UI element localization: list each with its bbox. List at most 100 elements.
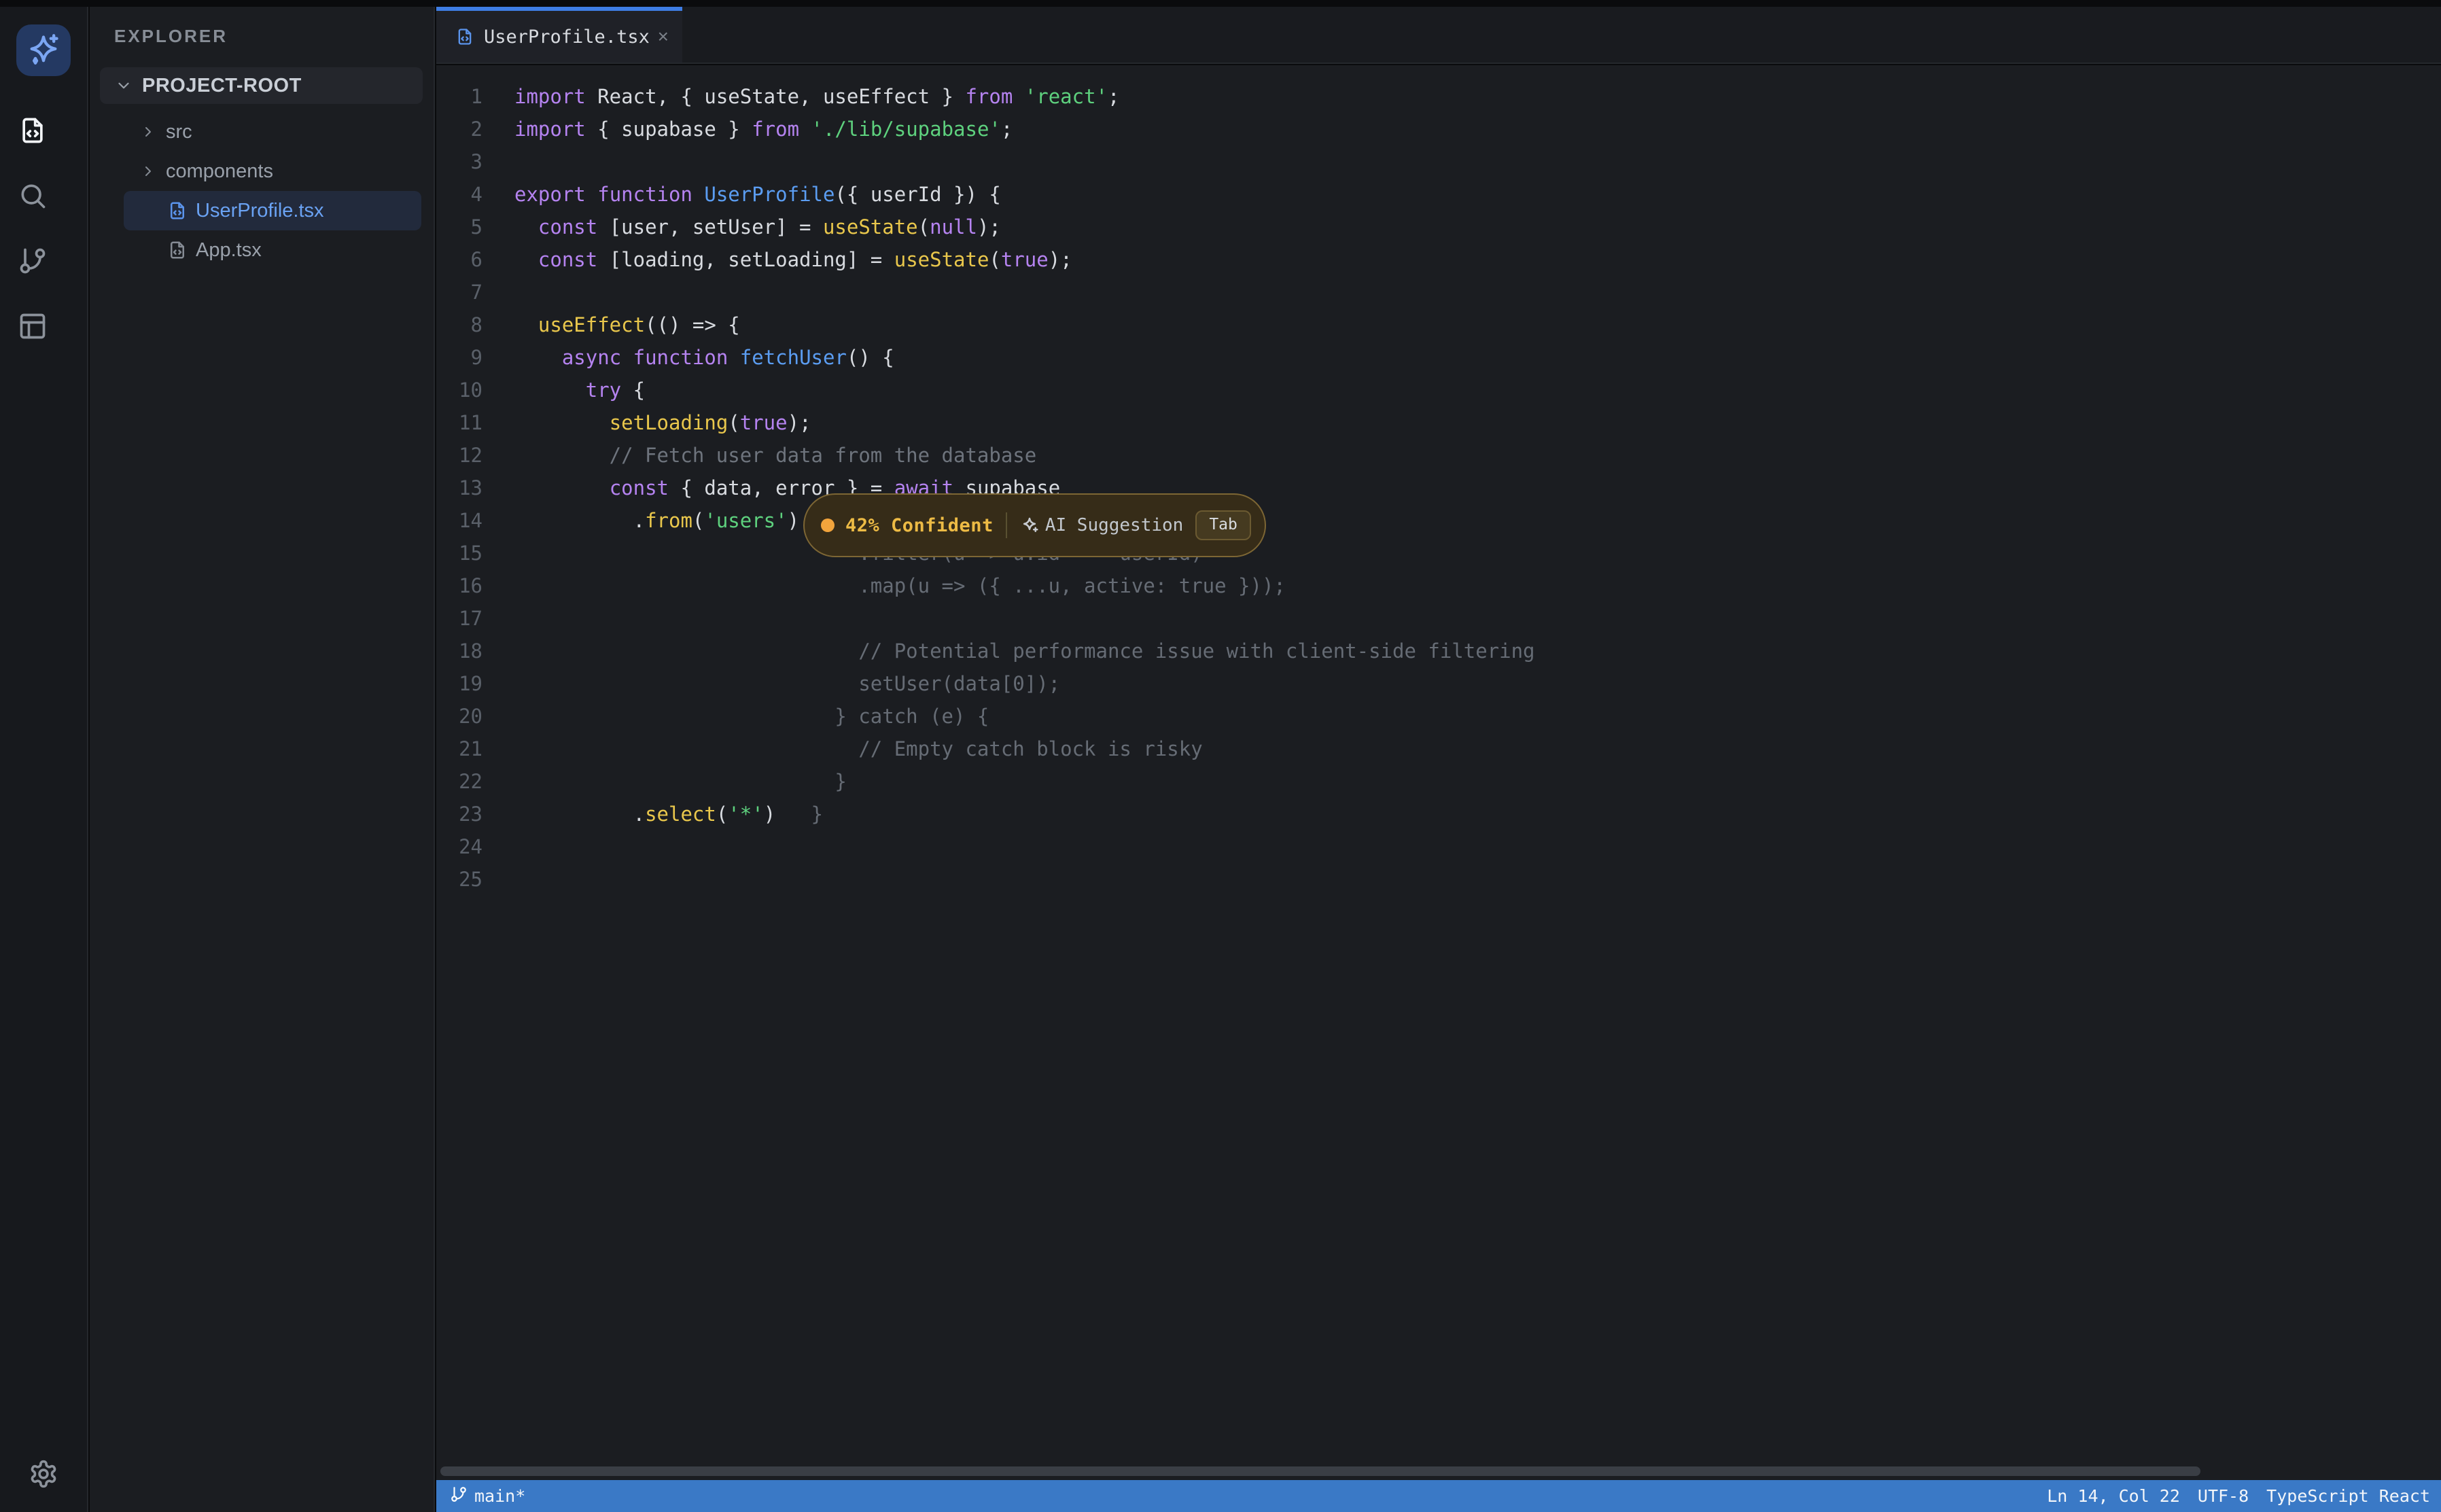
code-token: ({ userId }) { xyxy=(835,183,1000,206)
activity-settings-button[interactable] xyxy=(27,1458,60,1490)
tree-item-src[interactable]: src xyxy=(90,112,434,152)
code-line-22[interactable]: 22 } xyxy=(436,765,2441,798)
line-number: 2 xyxy=(436,113,482,145)
line-number: 14 xyxy=(436,504,482,537)
line-number: 25 xyxy=(436,863,482,896)
code-line-9[interactable]: 9 async function fetchUser() { xyxy=(436,341,2441,374)
tab-userprofile[interactable]: UserProfile.tsx × xyxy=(436,7,682,63)
code-token: import xyxy=(514,118,586,141)
code-token: '*' xyxy=(728,803,763,826)
confidence-label: 42% Confident xyxy=(845,515,994,536)
cursor-position[interactable]: Ln 14, Col 22 xyxy=(2047,1486,2180,1506)
code-token xyxy=(514,313,538,336)
code-line-6[interactable]: 6 const [loading, setLoading] = useState… xyxy=(436,243,2441,276)
code-token xyxy=(621,346,633,369)
code-line-11[interactable]: 11 setLoading(true); xyxy=(436,406,2441,439)
code-token: import xyxy=(514,85,586,108)
status-bar: main* Ln 14, Col 22 UTF-8 TypeScript React xyxy=(436,1480,2441,1512)
code-line-7[interactable]: 7 xyxy=(436,276,2441,309)
code-text: async function fetchUser() { xyxy=(514,346,894,369)
tab-key-hint: Tab xyxy=(1195,510,1251,540)
line-number: 1 xyxy=(436,80,482,113)
close-icon[interactable]: × xyxy=(656,26,670,48)
activity-explorer-button[interactable] xyxy=(16,114,49,147)
line-number: 16 xyxy=(436,569,482,602)
code-line-14[interactable]: 14 .from('users') xyxy=(436,504,2441,537)
tab-label: UserProfile.tsx xyxy=(484,27,650,48)
horizontal-scrollbar[interactable] xyxy=(440,1466,2200,1476)
code-line-15[interactable]: 15 .filter(u => u.id === userId) xyxy=(436,537,2441,569)
code-token: 'users' xyxy=(704,509,787,532)
code-line-5[interactable]: 5 const [user, setUser] = useState(null)… xyxy=(436,211,2441,243)
code-line-1[interactable]: 1import React, { useState, useEffect } f… xyxy=(436,80,2441,113)
tree-item-components[interactable]: components xyxy=(90,152,434,191)
code-line-13[interactable]: 13 const { data, error } = await supabas… xyxy=(436,472,2441,504)
line-number: 5 xyxy=(436,211,482,243)
code-token: select xyxy=(645,803,716,826)
code-line-2[interactable]: 2import { supabase } from './lib/supabas… xyxy=(436,113,2441,145)
tree-item-userprofile-tsx[interactable]: UserProfile.tsx xyxy=(124,191,421,230)
code-token: ) xyxy=(788,509,799,532)
suggestion-label: AI Suggestion xyxy=(1045,515,1184,535)
code-text: useEffect(() => { xyxy=(514,313,740,336)
code-token: 'react' xyxy=(1025,85,1108,108)
git-branch-icon xyxy=(450,1485,468,1507)
code-line-25[interactable]: 25 xyxy=(436,863,2441,896)
line-number: 11 xyxy=(436,406,482,439)
code-editor[interactable]: 1import React, { useState, useEffect } f… xyxy=(436,65,2441,1480)
code-text: try { xyxy=(514,379,645,402)
tree-item-label: src xyxy=(166,121,192,143)
code-line-10[interactable]: 10 try { xyxy=(436,374,2441,406)
line-number: 13 xyxy=(436,472,482,504)
code-token xyxy=(586,183,597,206)
code-token: from xyxy=(965,85,1013,108)
code-line-19[interactable]: 19 setUser(data[0]); xyxy=(436,667,2441,700)
code-token: // Fetch user data from the database xyxy=(514,444,1036,467)
code-line-24[interactable]: 24 xyxy=(436,830,2441,863)
code-token: export xyxy=(514,183,586,206)
code-token: } xyxy=(775,803,823,826)
activity-app-logo-button[interactable] xyxy=(16,24,71,76)
encoding[interactable]: UTF-8 xyxy=(2198,1486,2249,1506)
code-text: .map(u => ({ ...u, active: true })); xyxy=(514,574,1286,597)
code-line-17[interactable]: 17 xyxy=(436,602,2441,635)
activity-layout-button[interactable] xyxy=(16,310,49,342)
code-line-4[interactable]: 4export function UserProfile({ userId })… xyxy=(436,178,2441,211)
language-mode[interactable]: TypeScript React xyxy=(2266,1486,2430,1506)
code-token: ( xyxy=(989,248,1000,271)
code-line-21[interactable]: 21 // Empty catch block is risky xyxy=(436,733,2441,765)
code-line-3[interactable]: 3 xyxy=(436,145,2441,178)
code-line-18[interactable]: 18 // Potential performance issue with c… xyxy=(436,635,2441,667)
code-token: const xyxy=(610,476,669,499)
git-branch-status[interactable]: main* xyxy=(450,1485,525,1507)
pill-divider xyxy=(1006,512,1007,538)
code-token xyxy=(799,118,811,141)
explorer-title: EXPLORER xyxy=(114,26,434,47)
line-number: 20 xyxy=(436,700,482,733)
code-token: UserProfile xyxy=(704,183,835,206)
code-line-20[interactable]: 20 } catch (e) { xyxy=(436,700,2441,733)
code-token: useEffect xyxy=(538,313,645,336)
line-number: 6 xyxy=(436,243,482,276)
code-text: setUser(data[0]); xyxy=(514,672,1060,695)
line-number: 3 xyxy=(436,145,482,178)
gear-icon xyxy=(29,1459,58,1489)
code-token: function xyxy=(597,183,692,206)
line-number: 15 xyxy=(436,537,482,569)
line-number: 17 xyxy=(436,602,482,635)
activity-source-control-button[interactable] xyxy=(16,245,49,277)
code-line-8[interactable]: 8 useEffect(() => { xyxy=(436,309,2441,341)
code-token: } xyxy=(514,770,847,793)
code-token: fetchUser xyxy=(740,346,847,369)
tree-root-project-root[interactable]: PROJECT-ROOT xyxy=(100,67,423,104)
code-text: // Fetch user data from the database xyxy=(514,444,1036,467)
code-token xyxy=(514,411,610,434)
activity-search-button[interactable] xyxy=(16,179,49,212)
code-line-12[interactable]: 12 // Fetch user data from the database xyxy=(436,439,2441,472)
code-token: .map(u => ({ ...u, active: true })); xyxy=(514,574,1286,597)
tree-item-app-tsx[interactable]: App.tsx xyxy=(124,230,421,270)
code-line-23[interactable]: 23 .select('*') } xyxy=(436,798,2441,830)
code-line-16[interactable]: 16 .map(u => ({ ...u, active: true })); xyxy=(436,569,2441,602)
sparkle-logo-icon xyxy=(26,33,61,68)
code-token: from xyxy=(645,509,692,532)
